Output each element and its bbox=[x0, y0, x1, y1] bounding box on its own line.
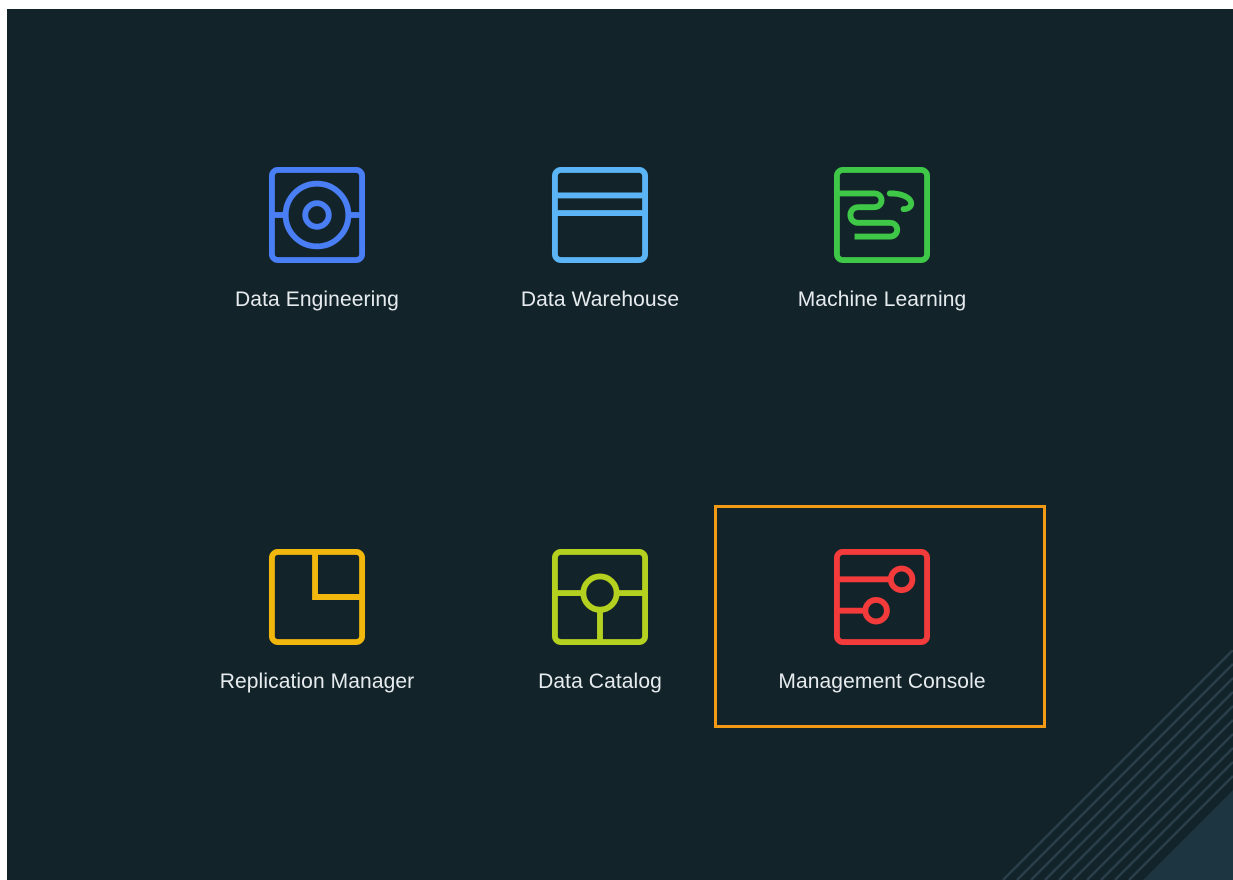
data-warehouse-icon bbox=[551, 166, 649, 264]
replication-manager-icon bbox=[268, 548, 366, 646]
tile-data-warehouse[interactable]: Data Warehouse bbox=[470, 166, 730, 311]
tile-label: Data Warehouse bbox=[520, 288, 680, 311]
tile-replication-manager[interactable]: Replication Manager bbox=[187, 548, 447, 693]
data-engineering-icon bbox=[268, 166, 366, 264]
management-console-icon bbox=[833, 548, 931, 646]
tile-label: Data Engineering bbox=[235, 288, 399, 311]
tile-machine-learning[interactable]: Machine Learning bbox=[752, 166, 1012, 311]
tile-label: Machine Learning bbox=[797, 288, 967, 311]
tile-label: Replication Manager bbox=[219, 670, 415, 693]
service-launcher-panel: Data Engineering Data Warehouse Machine … bbox=[7, 9, 1233, 880]
tile-label: Data Catalog bbox=[538, 670, 662, 693]
tile-label: Management Console bbox=[778, 670, 986, 693]
tile-data-catalog[interactable]: Data Catalog bbox=[470, 548, 730, 693]
data-catalog-icon bbox=[551, 548, 649, 646]
decorative-stripes bbox=[1002, 650, 1233, 880]
tile-management-console[interactable]: Management Console bbox=[752, 548, 1012, 693]
tile-data-engineering[interactable]: Data Engineering bbox=[187, 166, 447, 311]
machine-learning-icon bbox=[833, 166, 931, 264]
